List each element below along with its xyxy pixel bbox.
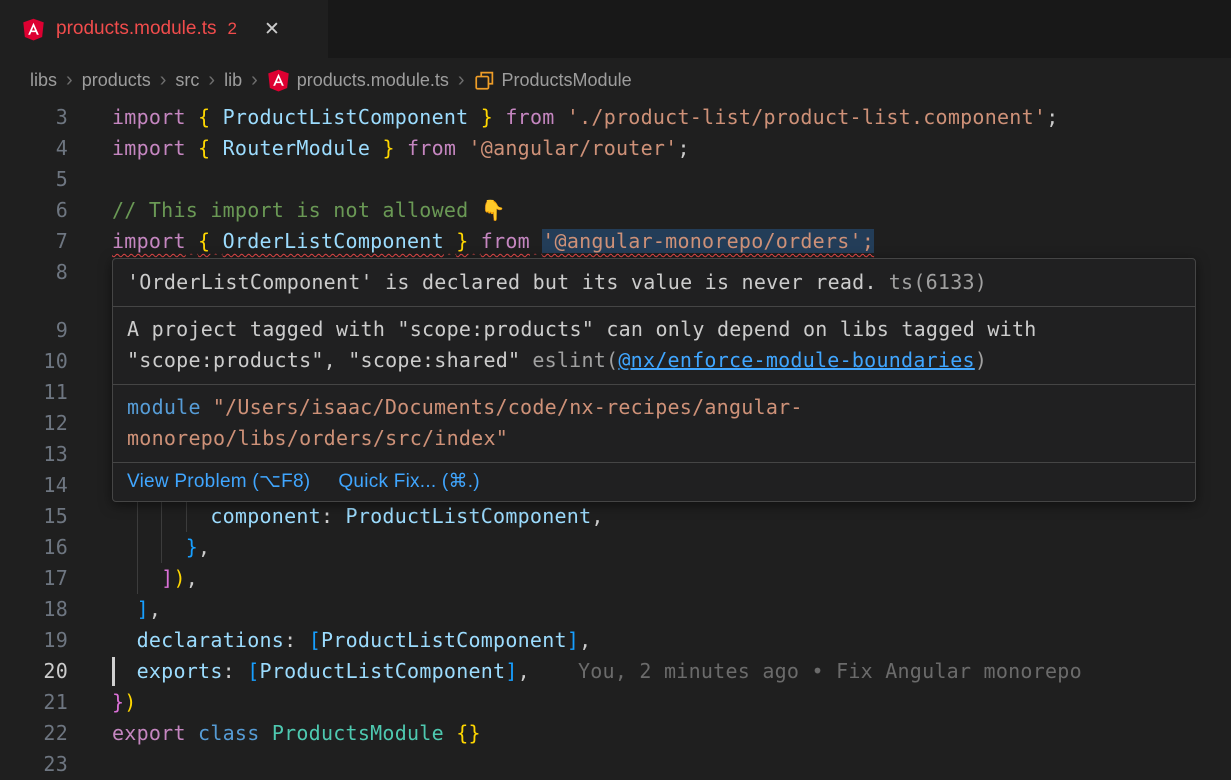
view-problem-action[interactable]: View Problem (⌥F8) (127, 466, 310, 497)
line-number[interactable]: 7 (0, 226, 68, 257)
line-number[interactable]: 5 (0, 164, 68, 195)
breadcrumb-item-productsmodule[interactable]: ProductsModule (474, 70, 632, 91)
breadcrumb: libs › products › src › lib › products.module.ts… (0, 58, 1231, 102)
error-hover-tooltip: 'OrderListComponent' is declared but its… (112, 258, 1196, 502)
breadcrumb-item-lib[interactable]: lib (224, 70, 242, 91)
code-line-18[interactable]: 18 ], (0, 594, 1231, 625)
angular-icon (267, 69, 290, 92)
breadcrumb-item-libs[interactable]: libs (30, 70, 57, 91)
code-text: declarations: [ProductListComponent], (112, 625, 591, 656)
breadcrumb-item-label: products (82, 70, 151, 91)
breadcrumb-item-products-module-ts[interactable]: products.module.ts (267, 69, 449, 92)
line-number[interactable]: 6 (0, 195, 68, 226)
module-path-line1: "/Users/isaac/Documents/code/nx-recipes/… (213, 395, 803, 419)
vscode-window: products.module.ts 2 ✕ libs › products › src… (0, 0, 1231, 780)
ts-error-message: 'OrderListComponent' is declared but its… (113, 259, 1195, 306)
indent-guide (186, 501, 187, 532)
line-number[interactable]: 3 (0, 102, 68, 133)
indent-guide (161, 501, 162, 532)
line-number[interactable]: 10 (0, 346, 68, 377)
line-number[interactable]: 22 (0, 718, 68, 749)
code-line-23[interactable]: 23 (0, 749, 1231, 780)
line-number[interactable]: 4 (0, 133, 68, 164)
code-text: import { RouterModule } from '@angular/r… (112, 133, 690, 164)
angular-file-icon (22, 18, 45, 41)
indent-guide (137, 563, 138, 594)
line-number[interactable]: 17 (0, 563, 68, 594)
breadcrumb-item-src[interactable]: src (175, 70, 199, 91)
code-text: ]), (112, 563, 198, 594)
code-line-22[interactable]: 22 export class ProductsModule {} (0, 718, 1231, 749)
quick-fix-action[interactable]: Quick Fix... (⌘.) (338, 466, 479, 497)
code-line-17[interactable]: 17 ]), (0, 563, 1231, 594)
code-line-16[interactable]: 16 }, (0, 532, 1231, 563)
code-text: }) (112, 687, 137, 718)
line-number[interactable]: 20 (0, 656, 68, 687)
indent-guide (137, 532, 138, 563)
code-text: import { OrderListComponent } from '@ang… (112, 226, 874, 257)
breadcrumb-separator-icon: › (160, 69, 167, 92)
eslint-source-suffix: ) (975, 348, 987, 372)
module-path-line2: monorepo/libs/orders/src/index" (127, 423, 1181, 454)
breadcrumb-item-label: libs (30, 70, 57, 91)
code-line-7[interactable]: 7 import { OrderListComponent } from '@an… (0, 226, 1231, 257)
tab-problems-badge: 2 (228, 19, 237, 39)
ts-error-text: 'OrderListComponent' is declared but its… (127, 270, 877, 294)
tab-label: products.module.ts (56, 18, 217, 40)
nx-rule-link[interactable]: @nx/enforce-module-boundaries (618, 348, 974, 372)
breadcrumb-separator-icon: › (458, 69, 465, 92)
editor-code-area[interactable]: 3 import { ProductListComponent } from '.… (0, 102, 1231, 780)
line-number[interactable]: 19 (0, 625, 68, 656)
line-number[interactable]: 9 (0, 315, 68, 346)
module-path-info: module "/Users/isaac/Documents/code/nx-re… (113, 384, 1195, 462)
line-number[interactable]: 12 (0, 408, 68, 439)
code-line-6[interactable]: 6 // This import is not allowed 👇 (0, 195, 1231, 226)
code-text: exports: [ProductListComponent],You, 2 m… (112, 656, 1082, 687)
breadcrumb-separator-icon: › (208, 69, 215, 92)
tab-bar: products.module.ts 2 ✕ (0, 0, 1231, 58)
line-number[interactable]: 15 (0, 501, 68, 532)
breadcrumb-item-label: src (175, 70, 199, 91)
eslint-error-line1: A project tagged with "scope:products" c… (127, 314, 1181, 345)
ts-error-source: ts(6133) (889, 270, 987, 294)
tab-close-icon[interactable]: ✕ (264, 18, 280, 41)
breadcrumb-item-products[interactable]: products (82, 70, 151, 91)
breadcrumb-separator-icon: › (251, 69, 258, 92)
code-line-3[interactable]: 3 import { ProductListComponent } from '.… (0, 102, 1231, 133)
code-text: import { ProductListComponent } from './… (112, 102, 1058, 133)
code-line-15[interactable]: 15 component: ProductListComponent, (0, 501, 1231, 532)
line-number[interactable]: 14 (0, 470, 68, 501)
class-icon (474, 70, 495, 91)
code-text: export class ProductsModule {} (112, 718, 481, 749)
git-blame-annotation: You, 2 minutes ago • Fix Angular monorep… (578, 659, 1082, 683)
code-line-5[interactable]: 5 (0, 164, 1231, 195)
line-number[interactable]: 13 (0, 439, 68, 470)
code-line-19[interactable]: 19 declarations: [ProductListComponent], (0, 625, 1231, 656)
breadcrumb-separator-icon: › (66, 69, 73, 92)
eslint-error-line2: "scope:products", "scope:shared" (127, 348, 520, 372)
code-text: // This import is not allowed 👇 (112, 195, 506, 226)
line-number[interactable]: 16 (0, 532, 68, 563)
text-cursor (112, 657, 115, 686)
indent-guide (161, 532, 162, 563)
code-line-4[interactable]: 4 import { RouterModule } from '@angular/… (0, 133, 1231, 164)
tab-products-module-ts[interactable]: products.module.ts 2 ✕ (0, 0, 328, 58)
line-number[interactable]: 21 (0, 687, 68, 718)
line-number[interactable]: 18 (0, 594, 68, 625)
breadcrumb-item-label: lib (224, 70, 242, 91)
code-line-20[interactable]: 20 exports: [ProductListComponent],You, … (0, 656, 1231, 687)
code-text: ], (112, 594, 161, 625)
eslint-source-prefix: eslint( (532, 348, 618, 372)
line-number[interactable]: 8 (0, 257, 68, 288)
eslint-error-message: A project tagged with "scope:products" c… (113, 306, 1195, 384)
breadcrumb-item-label: ProductsModule (502, 70, 632, 91)
module-keyword: module (127, 395, 201, 419)
line-number[interactable]: 23 (0, 749, 68, 780)
code-line-21[interactable]: 21}) (0, 687, 1231, 718)
hover-action-bar: View Problem (⌥F8) Quick Fix... (⌘.) (113, 462, 1195, 501)
breadcrumb-item-label: products.module.ts (297, 70, 449, 91)
line-number[interactable]: 11 (0, 377, 68, 408)
indent-guide (137, 501, 138, 532)
